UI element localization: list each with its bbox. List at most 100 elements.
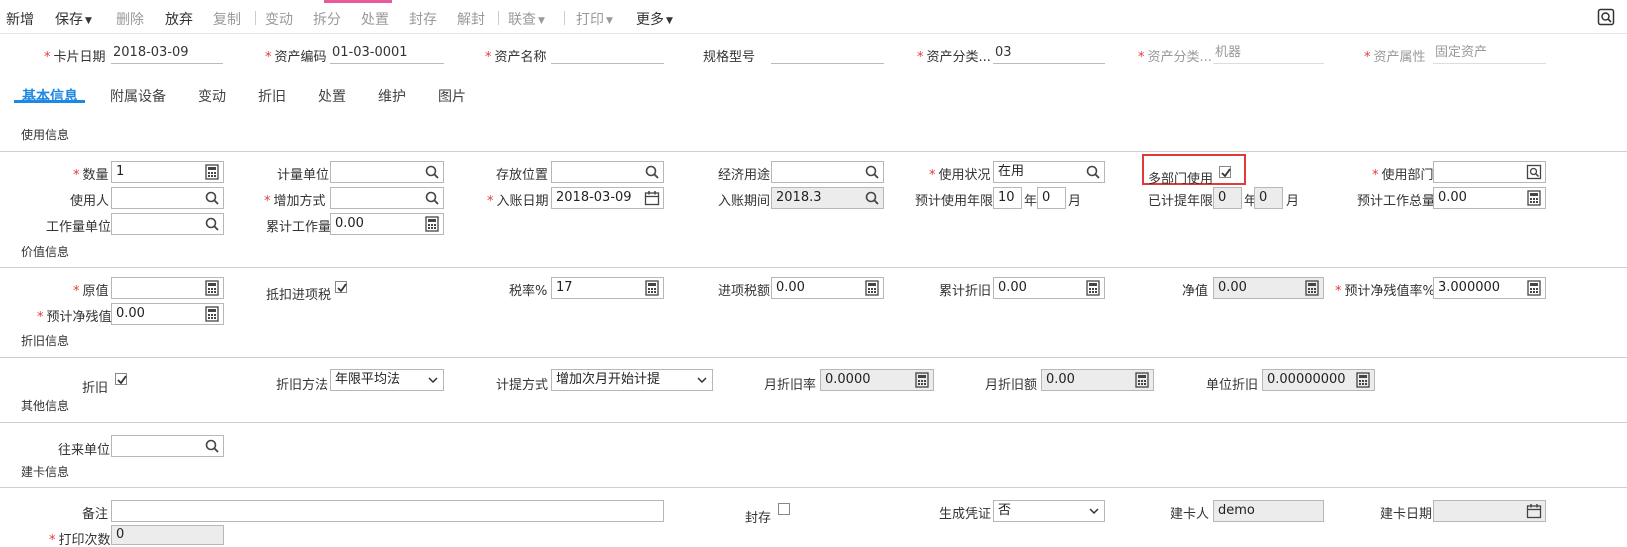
chevron-down-icon: ▼ (606, 16, 613, 26)
total-work-input[interactable]: 0.00 (1433, 187, 1546, 209)
tab-images[interactable]: 图片 (438, 86, 466, 106)
partner-input[interactable] (111, 435, 224, 457)
calculator-icon[interactable] (1304, 280, 1320, 296)
residual-input[interactable]: 0.00 (111, 303, 224, 325)
deduct-tax-checkbox[interactable] (335, 281, 347, 293)
card-date-field[interactable]: 2018-03-09 (111, 44, 223, 64)
calculator-icon[interactable] (914, 372, 930, 388)
new-button[interactable]: 新增 (6, 9, 34, 29)
search-icon[interactable] (864, 164, 880, 180)
category-name-label-text: 资产分类... (1147, 50, 1212, 65)
entry-date-input[interactable]: 2018-03-09 (551, 187, 664, 209)
spec-field[interactable] (771, 44, 884, 64)
sealed-checkbox[interactable] (778, 503, 790, 515)
copy-button[interactable]: 复制 (213, 9, 241, 29)
work-unit-input[interactable] (111, 213, 224, 235)
unseal-button[interactable]: 解封 (457, 9, 485, 29)
creator-label: 建卡人 (1170, 507, 1210, 522)
unit-input[interactable] (330, 161, 444, 183)
dept-input[interactable] (1433, 161, 1546, 183)
status-input[interactable]: 在用 (993, 161, 1105, 183)
calculator-icon[interactable] (1355, 372, 1371, 388)
life-months-input[interactable]: 0 (1037, 187, 1066, 209)
query-button[interactable]: 联查 ▼ (508, 9, 545, 29)
search-icon[interactable] (424, 190, 440, 206)
location-input[interactable] (551, 161, 664, 183)
calculator-icon[interactable] (204, 306, 220, 322)
quantity-input[interactable]: 1 (111, 161, 224, 183)
net-input: 0.00 (1213, 277, 1324, 299)
search-icon[interactable] (204, 438, 220, 454)
checkmark-icon (1221, 168, 1231, 178)
print-button[interactable]: 打印 ▼ (576, 9, 613, 29)
accrual-select[interactable]: 增加次月开始计提 (551, 369, 713, 391)
search-icon[interactable] (204, 216, 220, 232)
net-value: 0.00 (1218, 280, 1247, 295)
residual-value: 0.00 (116, 306, 145, 321)
search-icon[interactable] (864, 190, 880, 206)
acc-work-value: 0.00 (335, 216, 364, 231)
dispose-button[interactable]: 处置 (361, 9, 389, 29)
tab-change[interactable]: 变动 (198, 86, 226, 106)
search-icon[interactable] (204, 190, 220, 206)
split-button[interactable]: 拆分 (313, 9, 341, 29)
calculator-icon[interactable] (644, 280, 660, 296)
search-icon[interactable] (644, 164, 660, 180)
original-label: * 原值 (73, 284, 109, 299)
input-tax-input[interactable]: 0.00 (771, 277, 884, 299)
residual-rate-input[interactable]: 3.000000 (1433, 277, 1546, 299)
multi-dept-checkbox[interactable] (1219, 166, 1231, 178)
tab-depreciation[interactable]: 折旧 (258, 86, 286, 106)
tab-dispose[interactable]: 处置 (318, 86, 346, 106)
calculator-icon[interactable] (204, 164, 220, 180)
calculator-icon[interactable] (1134, 372, 1150, 388)
section-divider (0, 422, 1627, 423)
seal-button[interactable]: 封存 (409, 9, 437, 29)
attribute-label: * 资产属性 (1364, 50, 1426, 65)
category-label: * 资产分类... (917, 50, 991, 65)
life-years-input[interactable]: 10 (993, 187, 1022, 209)
calculator-icon[interactable] (864, 280, 880, 296)
more-button[interactable]: 更多 ▼ (636, 9, 673, 29)
change-button[interactable]: 变动 (265, 9, 293, 29)
remark-input[interactable] (111, 500, 664, 522)
tab-attached-equipment[interactable]: 附属设备 (110, 86, 166, 106)
abandon-button[interactable]: 放弃 (165, 9, 193, 29)
calendar-icon[interactable] (644, 190, 660, 206)
voucher-select[interactable]: 否 (993, 500, 1105, 522)
card-date-label: * 卡片日期 (44, 50, 106, 65)
print-label: 打印 (576, 12, 604, 28)
asset-code-field[interactable]: 01-03-0001 (330, 44, 444, 64)
add-method-input[interactable] (330, 187, 444, 209)
acc-work-input[interactable]: 0.00 (330, 213, 444, 235)
entry-date-value: 2018-03-09 (556, 190, 632, 205)
calculator-icon[interactable] (1526, 190, 1542, 206)
tax-rate-input[interactable]: 17 (551, 277, 664, 299)
calculator-icon[interactable] (204, 280, 220, 296)
delete-button[interactable]: 删除 (116, 9, 144, 29)
category-name-label: * 资产分类... (1138, 50, 1212, 65)
dep-checkbox[interactable] (115, 373, 127, 385)
category-field[interactable]: 03 (993, 44, 1105, 64)
search-panel-icon[interactable] (1597, 8, 1615, 26)
purpose-input[interactable] (771, 161, 884, 183)
tab-basic-info[interactable]: 基本信息 (22, 86, 78, 106)
calculator-icon[interactable] (1526, 280, 1542, 296)
dep-method-select[interactable]: 年限平均法 (330, 369, 444, 391)
chevron-down-icon: ▼ (85, 16, 92, 26)
tab-maintenance[interactable]: 维护 (378, 86, 406, 106)
search-icon[interactable] (424, 164, 440, 180)
user-input[interactable] (111, 187, 224, 209)
acc-dep-input[interactable]: 0.00 (993, 277, 1105, 299)
reference-search-icon[interactable] (1526, 164, 1542, 180)
calculator-icon[interactable] (1085, 280, 1101, 296)
calculator-icon[interactable] (424, 216, 440, 232)
work-unit-label: 工作量单位 (46, 220, 112, 235)
asset-name-field[interactable] (551, 44, 664, 64)
original-input[interactable] (111, 277, 224, 299)
section-usage-title: 使用信息 (21, 128, 70, 142)
input-tax-label: 进项税额 (718, 284, 771, 299)
search-icon[interactable] (1085, 164, 1101, 180)
save-button[interactable]: 保存 ▼ (55, 9, 92, 29)
calendar-icon[interactable] (1526, 503, 1542, 519)
